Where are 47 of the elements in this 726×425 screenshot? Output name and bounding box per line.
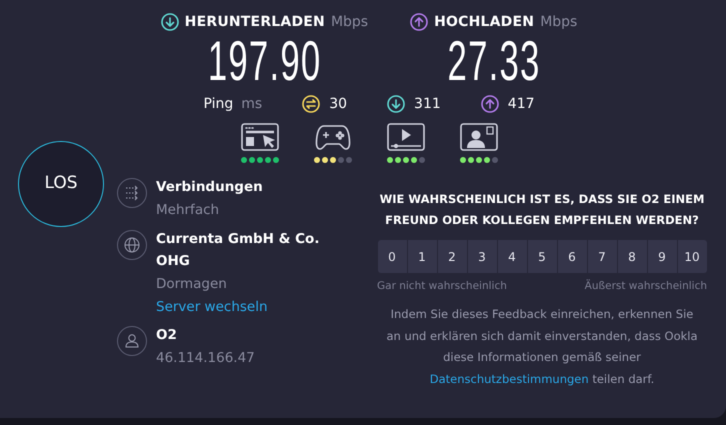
download-icon: [160, 13, 179, 31]
score-button[interactable]: 6: [558, 240, 586, 273]
scale-high-label: Äußerst wahrscheinlich: [584, 280, 707, 292]
info-title: Currenta GmbH & Co. OHG: [156, 230, 320, 271]
connections-icon: [117, 178, 147, 208]
score-button[interactable]: 8: [618, 240, 646, 273]
unit-label: Mbps: [540, 14, 578, 30]
score-button[interactable]: 9: [648, 240, 676, 273]
upload-icon: [410, 13, 428, 31]
download-value: 197.90: [208, 33, 322, 89]
ping-label: Ping: [203, 96, 234, 112]
info-title: Verbindungen: [156, 178, 264, 197]
unit-label: Mbps: [330, 14, 368, 30]
score-button[interactable]: 2: [438, 240, 466, 273]
disclaimer-text: Indem Sie dieses Feedback einreichen, erkennen Sie an und erklären sich damit einverstanden, dass Ookla diese Informationen gemäß seiner Datenschutzbestimmungen teilen darf.: [385, 306, 699, 388]
upload-icon: [480, 95, 499, 113]
user-icon: [117, 326, 147, 356]
ping-value: 311: [414, 96, 441, 112]
privacy-link[interactable]: Datenschutzbestimmungen: [430, 372, 589, 386]
info-detail: Mehrfach: [156, 201, 220, 220]
browser-icon: [240, 123, 278, 151]
ping-icon: [302, 95, 320, 113]
score-button[interactable]: 5: [528, 240, 556, 273]
info-detail: Dormagen: [156, 275, 228, 294]
score-button[interactable]: 0: [378, 240, 406, 273]
change-server-link[interactable]: Server wechseln: [156, 296, 326, 318]
ping-value: 417: [508, 96, 535, 112]
scale-low-label: Gar nicht wahrscheinlich: [377, 280, 507, 292]
download-label: HERUNTERLADEN: [184, 14, 325, 30]
unit-label: ms: [241, 96, 262, 112]
survey-question: WIE WAHRSCHEINLICH IST ES, DASS SIE O2 EINEM FREUND ODER KOLLEGEN EMPFEHLEN WERDEN?: [378, 191, 706, 229]
gamepad-icon: [314, 123, 352, 151]
score-button[interactable]: 10: [678, 240, 706, 273]
score-button[interactable]: 3: [468, 240, 496, 273]
info-title: O2: [156, 326, 178, 345]
globe-icon: [117, 230, 147, 260]
upload-value: 27.33: [447, 33, 540, 89]
upload-label: HOCHLADEN: [434, 14, 534, 30]
ping-value: 30: [329, 96, 348, 112]
download-icon: [387, 95, 406, 113]
video-player-icon: [386, 123, 424, 151]
video-call-icon: [460, 123, 498, 151]
score-button[interactable]: 1: [408, 240, 436, 273]
score-button[interactable]: 7: [588, 240, 616, 273]
info-detail: 46.114.166.47: [156, 349, 256, 368]
score-button[interactable]: 4: [498, 240, 526, 273]
go-button[interactable]: LOS: [18, 141, 104, 227]
